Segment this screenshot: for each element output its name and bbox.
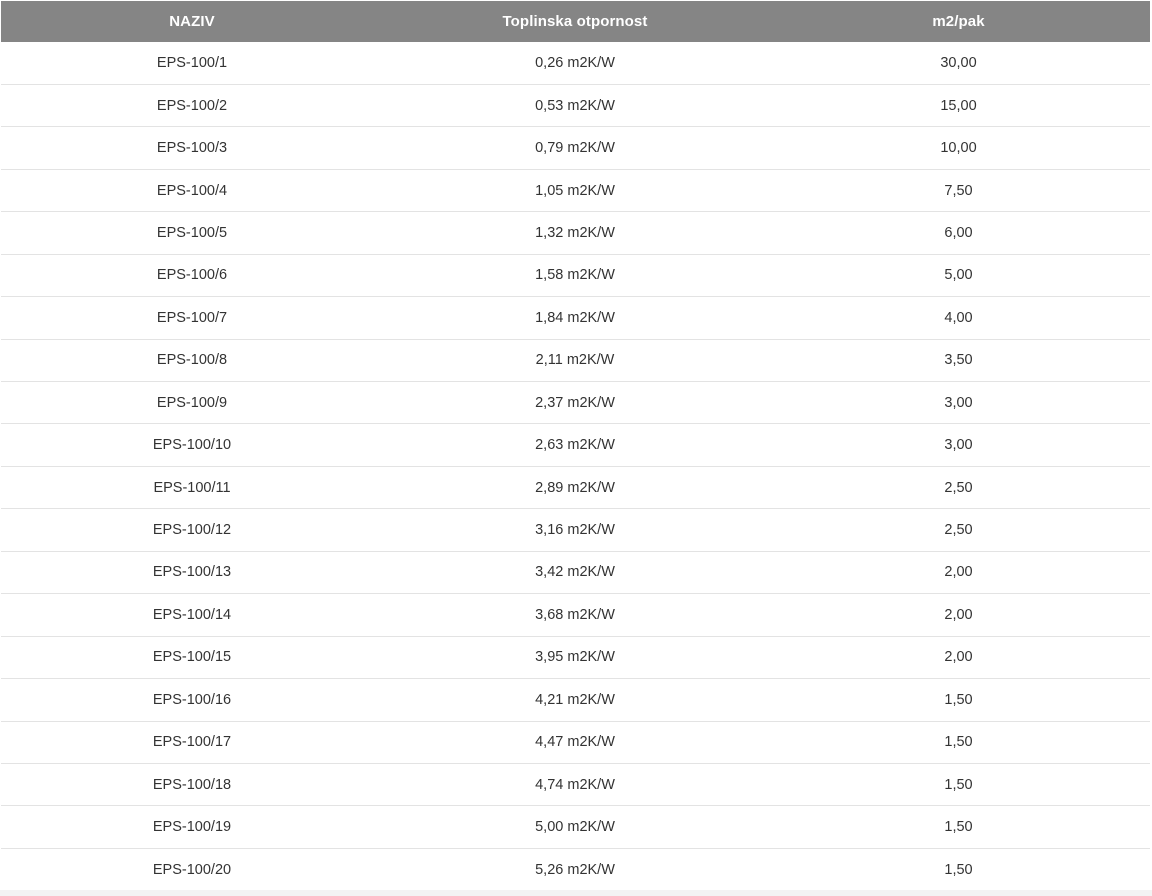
- cell-toplinska-otpornost: 2,37 m2K/W: [383, 380, 767, 424]
- table-row: EPS-100/12 3,16 m2K/W 2,50: [1, 508, 1150, 552]
- cell-toplinska-otpornost: 3,16 m2K/W: [383, 508, 767, 552]
- table-row: EPS-100/7 1,84 m2K/W 4,00: [1, 296, 1150, 340]
- table-row: EPS-100/16 4,21 m2K/W 1,50: [1, 678, 1150, 721]
- cell-m2-pak: 2,50: [767, 508, 1150, 552]
- cell-naziv: EPS-100/7: [1, 296, 383, 340]
- cell-m2-pak: 10,00: [767, 126, 1150, 170]
- cell-m2-pak: 2,00: [767, 550, 1150, 594]
- table-row: EPS-100/6 1,58 m2K/W 5,00: [1, 253, 1150, 297]
- cell-m2-pak: 3,00: [767, 423, 1150, 467]
- table-row: EPS-100/9 2,37 m2K/W 3,00: [1, 380, 1150, 424]
- table-row: EPS-100/17 4,47 m2K/W 1,50: [1, 720, 1150, 764]
- cell-toplinska-otpornost: 1,58 m2K/W: [383, 253, 767, 297]
- cell-naziv: EPS-100/18: [1, 762, 383, 806]
- cell-naziv: EPS-100/3: [1, 126, 383, 170]
- table-row: EPS-100/15 3,95 m2K/W 2,00: [1, 635, 1150, 679]
- cell-naziv: EPS-100/4: [1, 168, 383, 212]
- cell-toplinska-otpornost: 3,42 m2K/W: [383, 550, 767, 594]
- table-row: EPS-100/5 1,32 m2K/W 6,00: [1, 211, 1150, 255]
- product-spec-table: NAZIV Toplinska otpornost m2/pak EPS-100…: [1, 1, 1150, 891]
- cell-toplinska-otpornost: 3,95 m2K/W: [383, 635, 767, 679]
- cell-naziv: EPS-100/2: [1, 83, 383, 127]
- cell-toplinska-otpornost: 0,53 m2K/W: [383, 83, 767, 127]
- cell-m2-pak: 1,50: [767, 678, 1150, 721]
- cell-m2-pak: 5,00: [767, 253, 1150, 297]
- cell-naziv: EPS-100/15: [1, 635, 383, 679]
- cell-toplinska-otpornost: 0,26 m2K/W: [535, 54, 615, 71]
- cell-m2-pak: 2,50: [767, 465, 1150, 509]
- table-row: EPS-100/20 5,26 m2K/W 1,50: [1, 847, 1150, 891]
- cell-naziv: EPS-100/1: [156, 54, 228, 71]
- cell-m2-pak: 2,00: [767, 593, 1150, 637]
- table-row: EPS-100/19 5,00 m2K/W 1,50: [1, 805, 1150, 849]
- cell-m2-pak: 2,00: [767, 635, 1150, 679]
- cell-toplinska-otpornost: 4,74 m2K/W: [383, 762, 767, 806]
- table-row: EPS-100/8 2,11 m2K/W 3,50: [1, 338, 1150, 382]
- header-toplinska-otpornost: Toplinska otpornost: [502, 13, 648, 30]
- table-row: EPS-100/14 3,68 m2K/W 2,00: [1, 593, 1150, 637]
- cell-toplinska-otpornost: 2,11 m2K/W: [383, 338, 767, 382]
- cell-naziv: EPS-100/14: [1, 593, 383, 637]
- cell-m2-pak: 1,50: [767, 720, 1150, 764]
- header-m2-pak: m2/pak: [932, 13, 985, 30]
- table-header: NAZIV Toplinska otpornost m2/pak: [1, 1, 1150, 42]
- cell-m2-pak: 1,50: [767, 847, 1150, 891]
- cell-naziv: EPS-100/19: [1, 805, 383, 849]
- cell-toplinska-otpornost: 2,63 m2K/W: [383, 423, 767, 467]
- table-body: EPS-100/1 0,26 m2K/W 30,00 EPS-100/2 0,53 m2…: [1, 42, 1150, 891]
- table-row: EPS-100/2 0,53 m2K/W 15,00: [1, 83, 1150, 127]
- table-row: EPS-100/18 4,74 m2K/W 1,50: [1, 762, 1150, 806]
- cell-naziv: EPS-100/6: [1, 253, 383, 297]
- cell-m2-pak: 4,00: [767, 296, 1150, 340]
- table-row: EPS-100/10 2,63 m2K/W 3,00: [1, 423, 1150, 467]
- table-row: EPS-100/11 2,89 m2K/W 2,50: [1, 465, 1150, 509]
- cell-naziv: EPS-100/9: [1, 380, 383, 424]
- cell-m2-pak: 15,00: [767, 83, 1150, 127]
- cell-toplinska-otpornost: 2,89 m2K/W: [383, 465, 767, 509]
- cell-toplinska-otpornost: 3,68 m2K/W: [383, 593, 767, 637]
- table-row: EPS-100/3 0,79 m2K/W 10,00: [1, 126, 1150, 170]
- cell-m2-pak: 7,50: [767, 168, 1150, 212]
- cell-naziv: EPS-100/10: [1, 423, 383, 467]
- cell-naziv: EPS-100/12: [1, 508, 383, 552]
- table-header-row: NAZIV Toplinska otpornost m2/pak: [1, 1, 1150, 42]
- cell-toplinska-otpornost: 1,32 m2K/W: [383, 211, 767, 255]
- cell-naziv: EPS-100/13: [1, 550, 383, 594]
- cell-toplinska-otpornost: 4,47 m2K/W: [383, 720, 767, 764]
- table-row: EPS-100/13 3,42 m2K/W 2,00: [1, 550, 1150, 594]
- cell-naziv: EPS-100/17: [1, 720, 383, 764]
- table-row: EPS-100/1 0,26 m2K/W 30,00: [1, 42, 1150, 84]
- cell-m2-pak: 3,50: [767, 338, 1150, 382]
- header-naziv: NAZIV: [169, 13, 215, 30]
- cell-m2-pak: 6,00: [767, 211, 1150, 255]
- cell-naziv: EPS-100/20: [1, 847, 383, 891]
- cell-m2-pak: 3,00: [767, 380, 1150, 424]
- cell-toplinska-otpornost: 4,21 m2K/W: [383, 678, 767, 721]
- cell-toplinska-otpornost: 5,00 m2K/W: [383, 805, 767, 849]
- cell-naziv: EPS-100/8: [1, 338, 383, 382]
- cell-toplinska-otpornost: 1,05 m2K/W: [383, 168, 767, 212]
- cell-naziv: EPS-100/16: [1, 678, 383, 721]
- cell-naziv: EPS-100/11: [1, 465, 383, 509]
- cell-toplinska-otpornost: 5,26 m2K/W: [383, 847, 767, 891]
- cell-toplinska-otpornost: 0,79 m2K/W: [383, 126, 767, 170]
- cell-naziv: EPS-100/5: [1, 211, 383, 255]
- cell-m2-pak: 1,50: [767, 762, 1150, 806]
- cell-m2-pak: 1,50: [767, 805, 1150, 849]
- cell-toplinska-otpornost: 1,84 m2K/W: [383, 296, 767, 340]
- page: NAZIV Toplinska otpornost m2/pak EPS-100…: [0, 0, 1152, 896]
- cell-m2-pak: 30,00: [940, 54, 977, 71]
- table-row: EPS-100/4 1,05 m2K/W 7,50: [1, 168, 1150, 212]
- page-bottom-strip: [0, 890, 1152, 896]
